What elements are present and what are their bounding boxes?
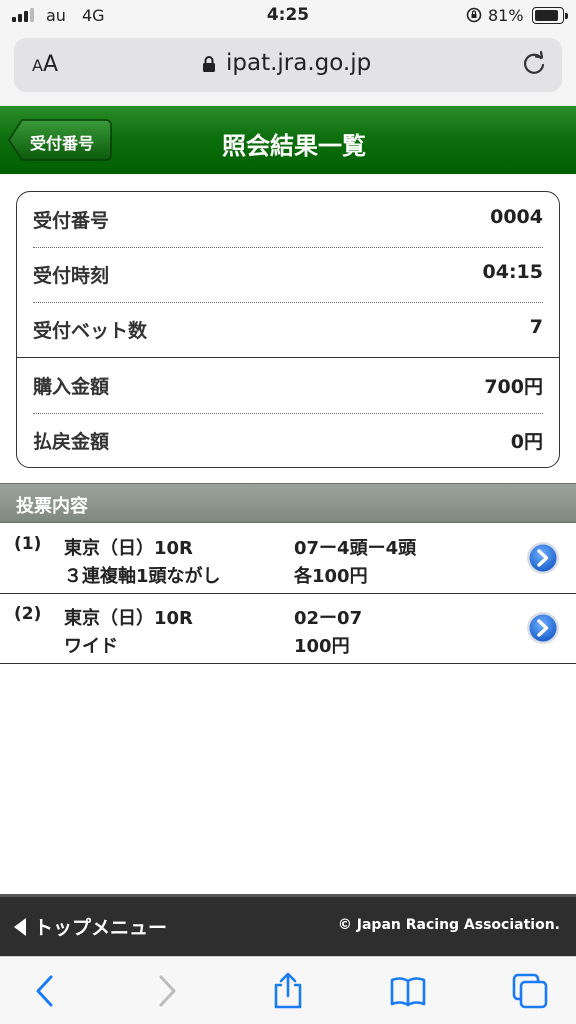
- page-title: 照会結果一覧: [222, 132, 366, 160]
- chevron-right-icon[interactable]: [526, 611, 560, 645]
- summary-label: 購入金額: [33, 376, 110, 398]
- summary-label: 払戻金額: [33, 431, 110, 453]
- bet-amount: 100円: [294, 636, 350, 657]
- section-header: 投票内容: [0, 483, 576, 523]
- browser-address-area: AA ipat.jra.go.jp: [0, 32, 576, 106]
- page-header: 受付番号 照会結果一覧: [0, 106, 576, 174]
- bet-number: (2): [14, 604, 42, 624]
- copyright: © Japan Racing Association.: [337, 917, 560, 933]
- bet-combination: 07ー4頭ー4頭: [294, 538, 417, 559]
- url-text: ipat.jra.go.jp: [226, 50, 372, 76]
- summary-value: 0円: [510, 431, 543, 453]
- summary-value: 0004: [490, 206, 543, 228]
- bet-number: (1): [14, 534, 42, 554]
- triangle-left-icon: [14, 918, 26, 936]
- battery-icon: [532, 7, 568, 24]
- bet-row[interactable]: (1) 東京（日）10R ３連複軸1頭ながし 07ー4頭ー4頭 各100円: [0, 524, 576, 594]
- summary-row-receipt-number: 受付番号 0004: [33, 192, 543, 247]
- summary-row-receipt-time: 受付時刻 04:15: [33, 247, 543, 302]
- browser-toolbar: [0, 956, 576, 1024]
- summary-row-bet-count: 受付ベット数 7: [33, 302, 543, 357]
- summary-panel: 受付番号 0004 受付時刻 04:15 受付ベット数 7 購入金額 700円 …: [16, 191, 560, 468]
- summary-value: 7: [529, 316, 543, 338]
- status-bar: au 4G 4:25 81%: [0, 0, 576, 32]
- back-icon[interactable]: [26, 971, 66, 1011]
- bet-race: 東京（日）10R: [64, 538, 193, 559]
- bet-amount: 各100円: [294, 566, 368, 587]
- bet-race: 東京（日）10R: [64, 608, 193, 629]
- summary-row-payout-amount: 払戻金額 0円: [33, 413, 543, 468]
- section-title: 投票内容: [16, 496, 88, 517]
- orientation-lock-icon: [466, 7, 482, 23]
- text-size-button[interactable]: AA: [32, 52, 58, 77]
- tabs-icon[interactable]: [510, 971, 550, 1011]
- bet-combination: 02ー07: [294, 608, 363, 629]
- summary-value: 04:15: [482, 261, 543, 283]
- bet-type: ワイド: [64, 636, 118, 657]
- chevron-right-icon[interactable]: [526, 541, 560, 575]
- forward-icon[interactable]: [146, 971, 186, 1011]
- top-menu-link[interactable]: トップメニュー: [14, 913, 167, 940]
- bookmarks-icon[interactable]: [388, 971, 428, 1011]
- top-menu-label: トップメニュー: [34, 917, 168, 939]
- battery-percent: 81%: [488, 6, 524, 25]
- address-bar[interactable]: AA ipat.jra.go.jp: [14, 38, 562, 92]
- summary-label: 受付時刻: [33, 265, 110, 287]
- summary-value: 700円: [484, 376, 543, 398]
- page-footer: トップメニュー © Japan Racing Association.: [0, 894, 576, 956]
- lock-icon: [203, 56, 215, 72]
- reload-icon[interactable]: [520, 50, 548, 78]
- bet-row[interactable]: (2) 東京（日）10R ワイド 02ー07 100円: [0, 594, 576, 664]
- summary-label: 受付番号: [33, 210, 110, 232]
- summary-row-purchase-amount: 購入金額 700円: [33, 358, 543, 413]
- bet-type: ３連複軸1頭ながし: [64, 566, 221, 587]
- share-icon[interactable]: [268, 971, 308, 1011]
- summary-label: 受付ベット数: [33, 320, 148, 342]
